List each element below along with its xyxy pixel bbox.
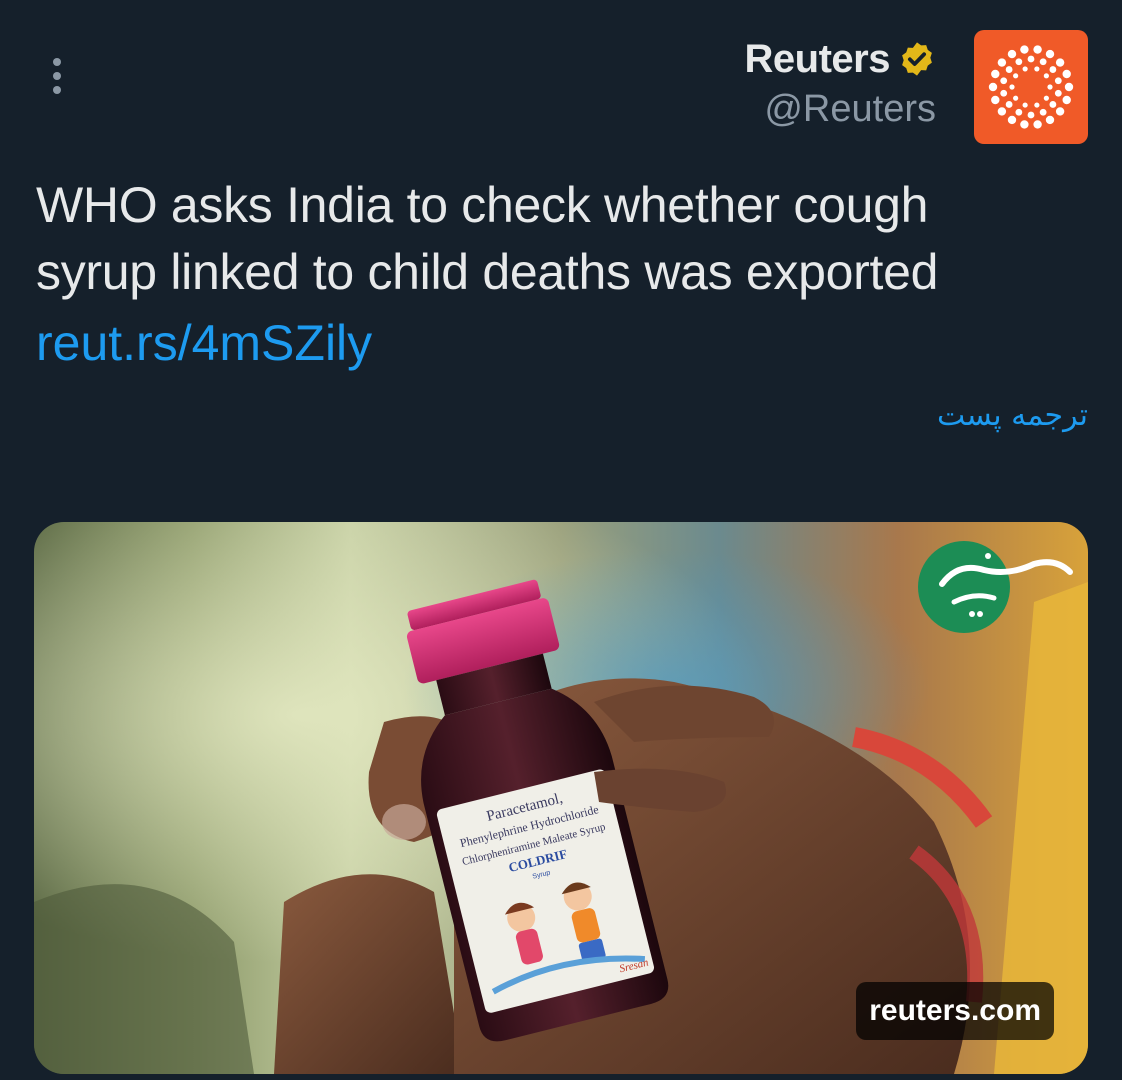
logo-dot — [1000, 77, 1008, 85]
logo-dot — [1054, 89, 1062, 97]
logo-dot — [1005, 66, 1013, 73]
logo-dot — [991, 95, 1000, 105]
logo-dot — [1034, 66, 1040, 72]
logo-dot — [1009, 84, 1015, 90]
logo-dot — [1034, 102, 1040, 108]
logo-dot — [1027, 55, 1035, 63]
logo-dot — [1064, 82, 1074, 92]
tweet-media-image[interactable]: Paracetamol, Phenylephrine Hydrochloride… — [34, 522, 1088, 1074]
logo-dot — [1033, 45, 1042, 54]
logo-dot — [1007, 115, 1017, 125]
avatar[interactable] — [974, 30, 1088, 144]
logo-dot — [1033, 120, 1042, 129]
logo-dot — [1062, 69, 1071, 79]
logo-dot — [1055, 58, 1065, 67]
tweet-text: WHO asks India to check whether cough sy… — [36, 177, 939, 300]
logo-dot — [1015, 108, 1023, 116]
watermark-logo — [914, 532, 1074, 642]
logo-dot — [1039, 108, 1047, 116]
logo-dot — [1005, 101, 1013, 108]
logo-dot — [988, 82, 998, 92]
logo-dot — [1055, 107, 1065, 116]
logo-dot — [1015, 58, 1023, 66]
logo-dot — [997, 58, 1007, 67]
logo-dot — [1013, 95, 1019, 101]
logo-dot — [1000, 89, 1008, 97]
logo-dot — [1043, 95, 1049, 101]
logo-dot — [1013, 73, 1019, 79]
verified-badge-icon — [898, 40, 936, 78]
logo-dot — [1043, 73, 1049, 79]
more-dot — [53, 72, 61, 80]
author-name[interactable]: Reuters — [745, 37, 891, 82]
logo-dot — [997, 107, 1007, 116]
logo-dot — [1045, 49, 1055, 59]
translate-post-link[interactable]: ترجمه پست — [937, 398, 1088, 433]
logo-dot — [1020, 45, 1029, 54]
media-source-badge: reuters.com — [856, 982, 1054, 1040]
author-handle[interactable]: @Reuters — [745, 88, 936, 131]
logo-dot — [1062, 95, 1071, 105]
logo-dot — [1007, 49, 1017, 59]
reuters-logo-icon — [988, 45, 1074, 129]
author-name-row: Reuters — [745, 34, 936, 84]
more-options-button[interactable] — [40, 54, 74, 98]
logo-dot — [1022, 102, 1028, 108]
logo-dot — [1027, 111, 1035, 119]
tweet-link[interactable]: reut.rs/4mSZily — [36, 310, 372, 377]
logo-dot — [1047, 84, 1053, 90]
tweet-author[interactable]: Reuters @Reuters — [745, 34, 936, 131]
logo-dot — [1049, 66, 1057, 73]
logo-dot — [1022, 66, 1028, 72]
logo-dot — [1049, 101, 1057, 108]
more-dot — [53, 58, 61, 66]
logo-dot — [1039, 58, 1047, 66]
logo-dot — [991, 69, 1000, 79]
logo-dot — [1054, 77, 1062, 85]
logo-dot — [1045, 115, 1055, 125]
logo-dot — [1020, 120, 1029, 129]
more-dot — [53, 86, 61, 94]
